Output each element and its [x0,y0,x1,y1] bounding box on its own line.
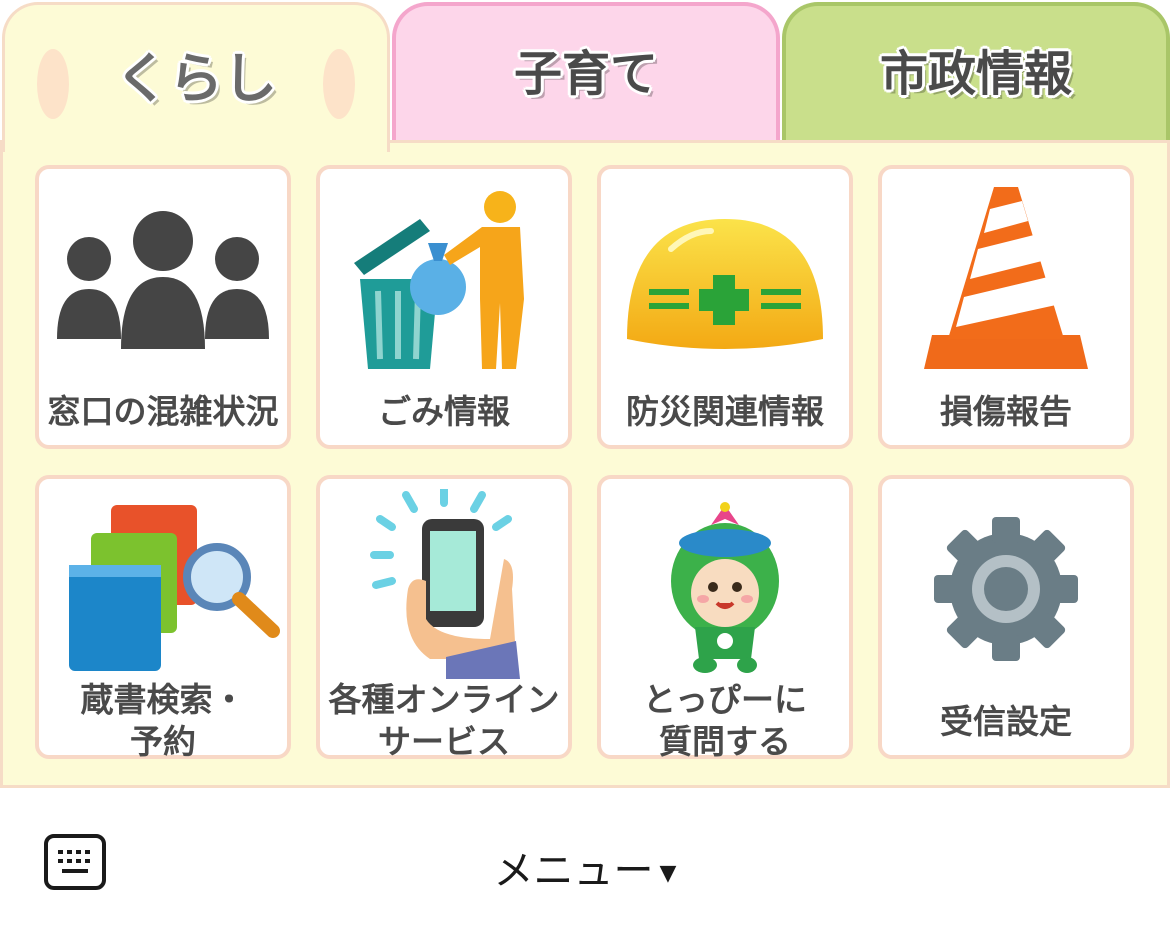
menu-panel: 窓口の混雑状況 ごみ情報 防災関連情報 損傷報告 蔵書検索・ 予約 各種オンライ… [0,140,1170,788]
gear-icon [934,517,1078,661]
menu-item-label: 受信設定 [940,702,1072,741]
menu-item-jushin[interactable]: 受信設定 [878,475,1134,759]
tab-shisei-joho[interactable]: 市政情報 [782,2,1170,142]
traffic-cone-icon [924,187,1088,369]
menu-toggle-button[interactable]: メニュー ▼ [0,838,1170,896]
bottom-bar: メニュー ▼ [0,790,1170,944]
tab-label: 市政情報 [879,46,1072,102]
menu-item-gomi[interactable]: ごみ情報 [316,165,572,449]
tab-label: 子育て [513,46,658,102]
menu-item-label: 防災関連情報 [626,392,824,431]
menu-item-online[interactable]: 各種オンライン サービス [316,475,572,761]
menu-item-toppy[interactable]: とっぴーに 質問する [597,475,853,761]
menu-item-label: 窓口の混雑状況 [47,392,279,431]
people-icon [57,211,269,349]
mascot-icon [671,502,779,673]
menu-item-label: とっぴーに 質問する [642,680,807,761]
smartphone-icon [370,489,520,679]
menu-item-label: 各種オンライン サービス [328,680,560,761]
tab-decoration-right [323,49,355,119]
menu-item-label: 蔵書検索・ 予約 [80,680,246,761]
menu-item-zousho[interactable]: 蔵書検索・ 予約 [35,475,291,761]
menu-item-bousai[interactable]: 防災関連情報 [597,165,853,449]
helmet-icon [627,219,823,349]
books-search-icon [69,505,280,671]
tab-kosodate[interactable]: 子育て [392,2,780,142]
tab-label: くらし [115,47,277,110]
menu-label: メニュー [493,848,654,894]
menu-item-madoguchi[interactable]: 窓口の混雑状況 [35,165,291,449]
garbage-icon [354,191,524,369]
caret-down-icon: ▼ [659,860,677,886]
menu-item-label: ごみ情報 [378,392,510,431]
tab-kurashi[interactable]: くらし [2,2,390,152]
tab-decoration-left [37,49,69,119]
menu-item-label: 損傷報告 [940,392,1072,431]
menu-item-sonsho[interactable]: 損傷報告 [878,165,1134,449]
